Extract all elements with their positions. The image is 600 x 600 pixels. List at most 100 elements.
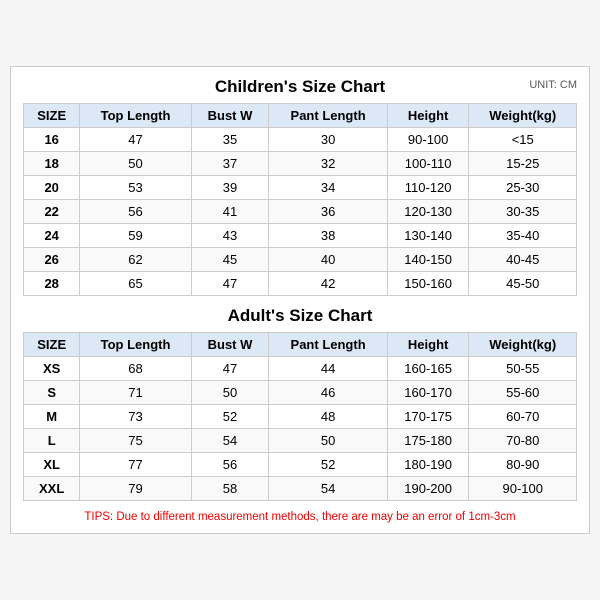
- table-cell: XS: [24, 357, 80, 381]
- table-cell: 41: [191, 200, 269, 224]
- adult-col-bust-w: Bust W: [191, 333, 269, 357]
- table-cell: 160-165: [387, 357, 469, 381]
- adult-chart-title: Adult's Size Chart: [228, 306, 373, 326]
- table-cell: 40: [269, 248, 387, 272]
- table-cell: 26: [24, 248, 80, 272]
- table-cell: 46: [269, 381, 387, 405]
- table-cell: 58: [191, 477, 269, 501]
- table-row: 24594338130-14035-40: [24, 224, 577, 248]
- table-cell: 52: [269, 453, 387, 477]
- table-cell: 59: [80, 224, 191, 248]
- table-cell: 160-170: [387, 381, 469, 405]
- table-cell: 175-180: [387, 429, 469, 453]
- table-row: 1647353090-100<15: [24, 128, 577, 152]
- children-col-bust-w: Bust W: [191, 104, 269, 128]
- table-cell: 140-150: [387, 248, 469, 272]
- children-table-header: SIZE Top Length Bust W Pant Length Heigh…: [24, 104, 577, 128]
- table-cell: 45: [191, 248, 269, 272]
- table-row: XS684744160-16550-55: [24, 357, 577, 381]
- table-cell: 32: [269, 152, 387, 176]
- table-row: 18503732100-11015-25: [24, 152, 577, 176]
- table-row: L755450175-18070-80: [24, 429, 577, 453]
- table-cell: 53: [80, 176, 191, 200]
- table-cell: 36: [269, 200, 387, 224]
- children-size-table: SIZE Top Length Bust W Pant Length Heigh…: [23, 103, 577, 296]
- children-table-body: 1647353090-100<1518503732100-11015-25205…: [24, 128, 577, 296]
- table-cell: 150-160: [387, 272, 469, 296]
- table-cell: 37: [191, 152, 269, 176]
- table-row: 20533934110-12025-30: [24, 176, 577, 200]
- unit-label: UNIT: CM: [529, 79, 577, 91]
- adult-title-row: Adult's Size Chart: [23, 306, 577, 326]
- table-cell: 35-40: [469, 224, 577, 248]
- table-cell: 56: [80, 200, 191, 224]
- adult-col-top-length: Top Length: [80, 333, 191, 357]
- table-row: S715046160-17055-60: [24, 381, 577, 405]
- table-cell: 65: [80, 272, 191, 296]
- table-cell: 30-35: [469, 200, 577, 224]
- table-cell: 52: [191, 405, 269, 429]
- table-cell: 73: [80, 405, 191, 429]
- table-cell: 130-140: [387, 224, 469, 248]
- table-cell: 190-200: [387, 477, 469, 501]
- table-cell: 79: [80, 477, 191, 501]
- adult-col-size: SIZE: [24, 333, 80, 357]
- table-cell: 47: [191, 357, 269, 381]
- table-cell: 25-30: [469, 176, 577, 200]
- table-cell: 43: [191, 224, 269, 248]
- table-cell: 77: [80, 453, 191, 477]
- table-cell: 60-70: [469, 405, 577, 429]
- table-cell: 50: [80, 152, 191, 176]
- table-cell: S: [24, 381, 80, 405]
- table-cell: 62: [80, 248, 191, 272]
- children-title-row: Children's Size Chart UNIT: CM: [23, 77, 577, 97]
- children-chart-title: Children's Size Chart: [215, 77, 385, 97]
- table-cell: 54: [269, 477, 387, 501]
- table-cell: 20: [24, 176, 80, 200]
- table-cell: 50-55: [469, 357, 577, 381]
- table-cell: 44: [269, 357, 387, 381]
- table-cell: 28: [24, 272, 80, 296]
- table-cell: 18: [24, 152, 80, 176]
- table-cell: 55-60: [469, 381, 577, 405]
- table-cell: 68: [80, 357, 191, 381]
- table-cell: 30: [269, 128, 387, 152]
- table-cell: 45-50: [469, 272, 577, 296]
- table-row: XL775652180-19080-90: [24, 453, 577, 477]
- chart-container: Children's Size Chart UNIT: CM SIZE Top …: [10, 66, 590, 534]
- table-cell: XL: [24, 453, 80, 477]
- table-cell: 24: [24, 224, 80, 248]
- table-cell: 38: [269, 224, 387, 248]
- children-col-size: SIZE: [24, 104, 80, 128]
- tips-text: TIPS: Due to different measurement metho…: [23, 511, 577, 523]
- table-cell: 15-25: [469, 152, 577, 176]
- table-cell: 70-80: [469, 429, 577, 453]
- table-cell: L: [24, 429, 80, 453]
- children-col-pant-length: Pant Length: [269, 104, 387, 128]
- table-cell: <15: [469, 128, 577, 152]
- table-row: 22564136120-13030-35: [24, 200, 577, 224]
- table-cell: 42: [269, 272, 387, 296]
- table-cell: 90-100: [387, 128, 469, 152]
- table-row: 26624540140-15040-45: [24, 248, 577, 272]
- table-cell: 47: [80, 128, 191, 152]
- adult-table-header: SIZE Top Length Bust W Pant Length Heigh…: [24, 333, 577, 357]
- table-cell: 110-120: [387, 176, 469, 200]
- table-cell: 16: [24, 128, 80, 152]
- table-cell: 22: [24, 200, 80, 224]
- adult-col-weight: Weight(kg): [469, 333, 577, 357]
- table-cell: 90-100: [469, 477, 577, 501]
- table-cell: 54: [191, 429, 269, 453]
- table-row: 28654742150-16045-50: [24, 272, 577, 296]
- table-cell: 47: [191, 272, 269, 296]
- table-cell: 100-110: [387, 152, 469, 176]
- table-cell: 56: [191, 453, 269, 477]
- table-cell: 34: [269, 176, 387, 200]
- table-cell: 75: [80, 429, 191, 453]
- adult-col-pant-length: Pant Length: [269, 333, 387, 357]
- children-col-weight: Weight(kg): [469, 104, 577, 128]
- table-cell: 48: [269, 405, 387, 429]
- adult-header-row: SIZE Top Length Bust W Pant Length Heigh…: [24, 333, 577, 357]
- table-cell: 50: [191, 381, 269, 405]
- table-row: M735248170-17560-70: [24, 405, 577, 429]
